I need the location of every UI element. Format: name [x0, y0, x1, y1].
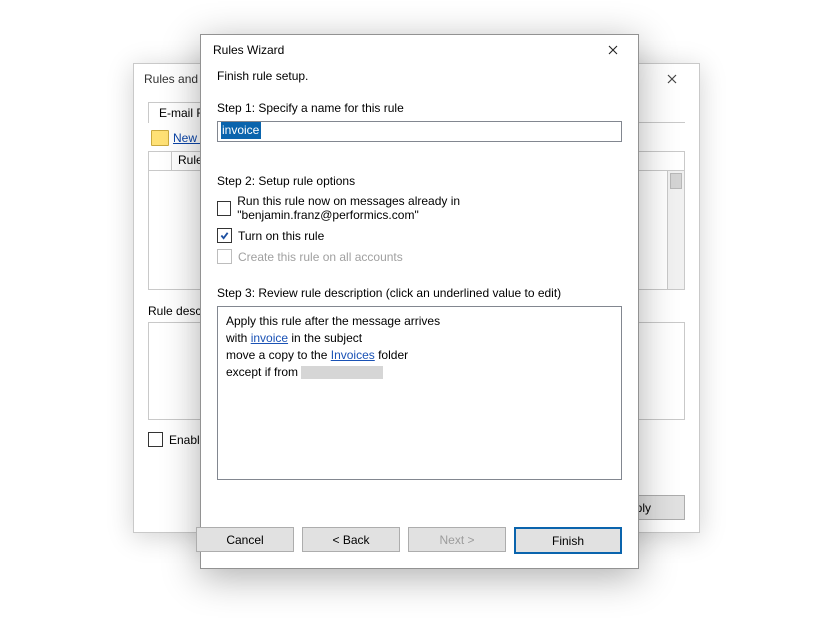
close-icon[interactable] [594, 39, 632, 61]
step2-label: Step 2: Setup rule options [217, 174, 622, 188]
run-now-label: Run this rule now on messages already in… [237, 194, 622, 222]
finish-button[interactable]: Finish [514, 527, 622, 554]
run-now-checkbox[interactable] [217, 201, 231, 216]
rule-name-input[interactable]: invoice [217, 121, 622, 142]
step3-label: Step 3: Review rule description (click a… [217, 286, 622, 300]
step1-label: Step 1: Specify a name for this rule [217, 101, 622, 115]
all-accounts-label: Create this rule on all accounts [238, 250, 403, 264]
rules-wizard-titlebar: Rules Wizard [201, 35, 638, 65]
rule-description-preview[interactable]: Apply this rule after the message arrive… [217, 306, 622, 480]
option-all-accounts-row: Create this rule on all accounts [217, 249, 622, 264]
turn-on-checkbox[interactable] [217, 228, 232, 243]
next-button: Next > [408, 527, 506, 552]
option-run-now-row[interactable]: Run this rule now on messages already in… [217, 194, 622, 222]
desc-line-3: move a copy to the Invoices folder [226, 347, 613, 364]
rule-list-scrollbar[interactable] [668, 171, 685, 290]
rule-name-value: invoice [221, 122, 261, 139]
desc-line-4: except if from [226, 364, 613, 381]
close-icon[interactable] [653, 68, 691, 90]
desc-link-invoice[interactable]: invoice [251, 331, 288, 345]
cancel-button[interactable]: Cancel [196, 527, 294, 552]
desc-line-1: Apply this rule after the message arrive… [226, 313, 613, 330]
all-accounts-checkbox [217, 249, 232, 264]
rules-wizard-dialog: Rules Wizard Finish rule setup. Step 1: … [200, 34, 639, 569]
enable-rules-checkbox[interactable] [148, 432, 163, 447]
wizard-subtitle: Finish rule setup. [217, 69, 622, 83]
turn-on-label: Turn on this rule [238, 229, 324, 243]
desc-redacted-sender[interactable] [301, 366, 383, 379]
wizard-buttons: Cancel < Back Next > Finish [201, 527, 638, 554]
rule-list-header-col1 [149, 152, 172, 170]
desc-link-folder[interactable]: Invoices [331, 348, 375, 362]
rules-wizard-body: Finish rule setup. Step 1: Specify a nam… [201, 65, 638, 480]
option-turn-on-row[interactable]: Turn on this rule [217, 228, 622, 243]
rules-wizard-title: Rules Wizard [213, 43, 594, 57]
new-rule-icon [151, 130, 169, 146]
scrollbar-thumb[interactable] [670, 173, 682, 189]
desc-line-2: with invoice in the subject [226, 330, 613, 347]
back-button[interactable]: < Back [302, 527, 400, 552]
